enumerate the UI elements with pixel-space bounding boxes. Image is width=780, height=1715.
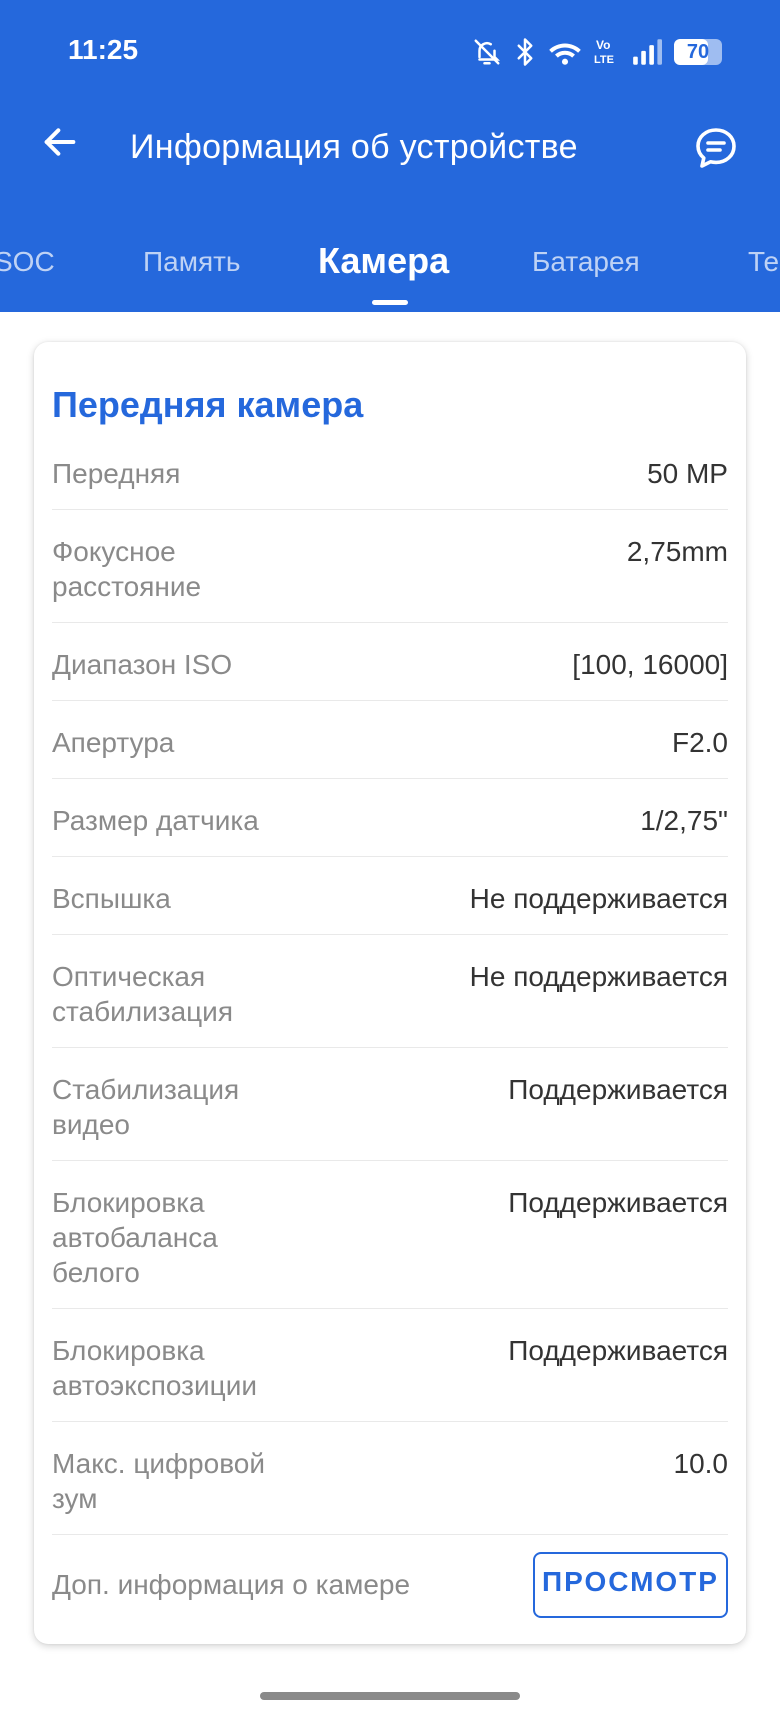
volte-icon: Vo LTE bbox=[594, 37, 620, 67]
signal-icon bbox=[632, 38, 662, 66]
extra-camera-info-label: Доп. информация о камере bbox=[52, 1569, 411, 1600]
app-header: 11:25 Vo LTE 70 Информация об устройстве… bbox=[0, 0, 780, 312]
card-title: Передняя камера bbox=[52, 384, 364, 425]
spec-row-front: Передняя 50 MP bbox=[52, 432, 728, 510]
spec-value: F2.0 bbox=[671, 727, 728, 758]
spec-value: 10.0 bbox=[673, 1448, 729, 1479]
battery-level: 70 bbox=[686, 40, 710, 63]
battery-indicator: 70 bbox=[674, 39, 722, 65]
tab-memory[interactable]: Память bbox=[143, 246, 241, 278]
spec-row-video-stabilization: Стабилизация видео Поддерживается bbox=[52, 1048, 728, 1161]
spec-value: 1/2,75" bbox=[640, 805, 728, 836]
chat-bubble-icon bbox=[696, 128, 736, 168]
feedback-button[interactable] bbox=[690, 122, 742, 174]
spec-row-aperture: Апертура F2.0 bbox=[52, 701, 728, 779]
spec-row-sensor-size: Размер датчика 1/2,75" bbox=[52, 779, 728, 857]
spec-label: Оптическая стабилизация bbox=[52, 961, 233, 1027]
view-button-label: ПРОСМОТР bbox=[542, 1566, 719, 1597]
spec-label: Стабилизация видео bbox=[52, 1074, 240, 1140]
spec-row-optical-stabilization: Оптическая стабилизация Не поддерживаетс… bbox=[52, 935, 728, 1048]
bell-off-icon bbox=[472, 37, 502, 67]
tab-battery[interactable]: Батарея bbox=[532, 246, 640, 278]
spec-value: Поддерживается bbox=[508, 1187, 728, 1218]
spec-label: Макс. цифровой зум bbox=[52, 1448, 265, 1514]
spec-row-awb-lock: Блокировка автобаланса белого Поддержива… bbox=[52, 1161, 728, 1309]
spec-value: 2,75mm bbox=[626, 536, 728, 567]
spec-label: Фокусное расстояние bbox=[52, 536, 202, 602]
spec-value: Не поддерживается bbox=[469, 961, 728, 992]
extra-camera-info-row: Доп. информация о камере ПРОСМОТР bbox=[52, 1552, 728, 1618]
spec-label: Передняя bbox=[52, 458, 181, 489]
tab-bar: SOC Память Камера Батарея Те bbox=[0, 236, 780, 312]
status-time: 11:25 bbox=[68, 34, 139, 65]
home-indicator[interactable] bbox=[260, 1692, 520, 1700]
status-icons: Vo LTE 70 bbox=[472, 34, 722, 70]
spec-label: Диапазон ISO bbox=[52, 649, 233, 680]
back-button[interactable] bbox=[36, 118, 84, 166]
spec-label: Блокировка автобаланса белого bbox=[52, 1187, 218, 1288]
spec-value: [100, 16000] bbox=[572, 649, 728, 680]
spec-label: Блокировка автоэкспозиции bbox=[52, 1335, 257, 1401]
spec-list: Передняя 50 MP Фокусное расстояние 2,75m… bbox=[52, 432, 728, 1535]
spec-label: Размер датчика bbox=[52, 805, 259, 836]
spec-value: Не поддерживается bbox=[469, 883, 728, 914]
tab-soc[interactable]: SOC bbox=[0, 246, 55, 278]
svg-text:Vo: Vo bbox=[596, 38, 610, 52]
spec-value: Поддерживается bbox=[508, 1074, 728, 1105]
wifi-icon bbox=[548, 37, 582, 67]
spec-row-iso-range: Диапазон ISO [100, 16000] bbox=[52, 623, 728, 701]
front-camera-card: Передняя камера Передняя 50 MP Фокусное … bbox=[34, 342, 746, 1644]
page-title: Информация об устройстве bbox=[130, 128, 578, 166]
spec-row-max-digital-zoom: Макс. цифровой зум 10.0 bbox=[52, 1422, 728, 1535]
spec-value: 50 MP bbox=[647, 458, 728, 489]
spec-row-ae-lock: Блокировка автоэкспозиции Поддерживается bbox=[52, 1309, 728, 1422]
battery-icon: 70 bbox=[674, 39, 722, 65]
view-button[interactable]: ПРОСМОТР bbox=[533, 1552, 728, 1618]
arrow-left-icon bbox=[44, 128, 76, 156]
bluetooth-icon bbox=[514, 37, 536, 67]
spec-row-flash: Вспышка Не поддерживается bbox=[52, 857, 728, 935]
tab-next-cut[interactable]: Те bbox=[748, 246, 779, 278]
spec-label: Апертура bbox=[52, 727, 175, 758]
tab-camera[interactable]: Камера bbox=[318, 240, 449, 282]
tab-indicator bbox=[372, 300, 408, 305]
spec-value: Поддерживается bbox=[508, 1335, 728, 1366]
spec-label: Вспышка bbox=[52, 883, 171, 914]
spec-row-focal-length: Фокусное расстояние 2,75mm bbox=[52, 510, 728, 623]
svg-text:LTE: LTE bbox=[594, 54, 614, 66]
